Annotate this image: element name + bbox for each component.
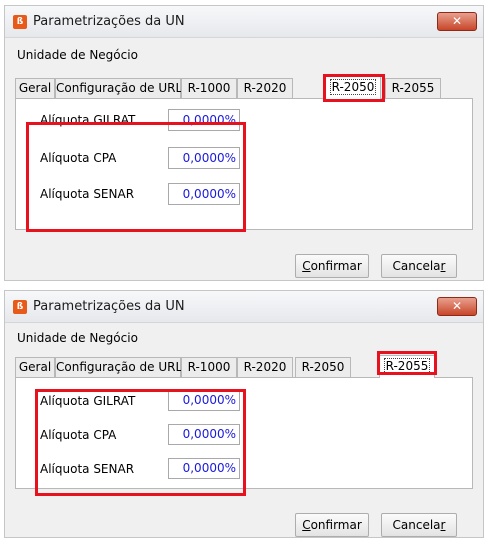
confirm-button[interactable]: Confirmar [295,513,369,537]
gilrat-input[interactable]: 0,0000% [168,109,240,131]
confirm-button[interactable]: Confirmar [295,254,369,278]
field-label-cpa: Alíquota CPA [40,428,117,442]
close-button[interactable]: ✕ [437,12,477,31]
title-bar[interactable]: ß Parametrizações da UN ✕ [5,291,483,323]
tab-panel: Alíquota GILRAT 0,0000% Alíquota CPA 0,0… [15,98,473,230]
field-label-gilrat: Alíquota GILRAT [40,394,136,408]
senar-input[interactable]: 0,0000% [168,183,240,205]
gilrat-input[interactable]: 0,0000% [168,390,240,411]
cpa-input[interactable]: 0,0000% [168,424,240,445]
tab-panel: Alíquota GILRAT 0,0000% Alíquota CPA 0,0… [15,377,473,489]
dialog-title: Parametrizações da UN [33,299,185,314]
tab-geral[interactable]: Geral [15,78,55,98]
field-label-gilrat: Alíquota GILRAT [40,113,136,127]
close-button[interactable]: ✕ [437,297,477,316]
tab-geral[interactable]: Geral [15,357,55,377]
app-icon: ß [13,15,27,29]
tab-r1000[interactable]: R-1000 [181,357,237,377]
field-label-senar: Alíquota SENAR [40,187,135,201]
tab-r2050[interactable]: R-2050 [295,357,351,377]
field-label-cpa: Alíquota CPA [40,151,117,165]
app-icon: ß [13,300,27,314]
tab-r2020[interactable]: R-2020 [237,78,293,98]
tab-r2055[interactable]: R-2055 [385,78,441,98]
field-label-senar: Alíquota SENAR [40,462,135,476]
cancel-button[interactable]: Cancelar [381,513,457,537]
tab-r2055[interactable]: R-2055 [379,355,435,378]
tab-r1000[interactable]: R-1000 [181,78,237,98]
group-label: Unidade de Negócio [17,48,138,62]
tab-r2020[interactable]: R-2020 [237,357,293,377]
cancel-button[interactable]: Cancelar [381,254,457,278]
title-bar[interactable]: ß Parametrizações da UN ✕ [5,6,483,38]
dialog-title: Parametrizações da UN [33,14,185,29]
senar-input[interactable]: 0,0000% [168,458,240,479]
parametrizacoes-dialog-r2055: ß Parametrizações da UN ✕ Unidade de Neg… [4,290,484,538]
tab-configuracao-url[interactable]: Configuração de URL [55,78,182,98]
group-label: Unidade de Negócio [17,331,138,345]
parametrizacoes-dialog-r2050: ß Parametrizações da UN ✕ Unidade de Neg… [4,5,484,281]
tab-configuracao-url[interactable]: Configuração de URL [55,357,182,377]
tab-r2050[interactable]: R-2050 [325,76,381,99]
cpa-input[interactable]: 0,0000% [168,147,240,169]
